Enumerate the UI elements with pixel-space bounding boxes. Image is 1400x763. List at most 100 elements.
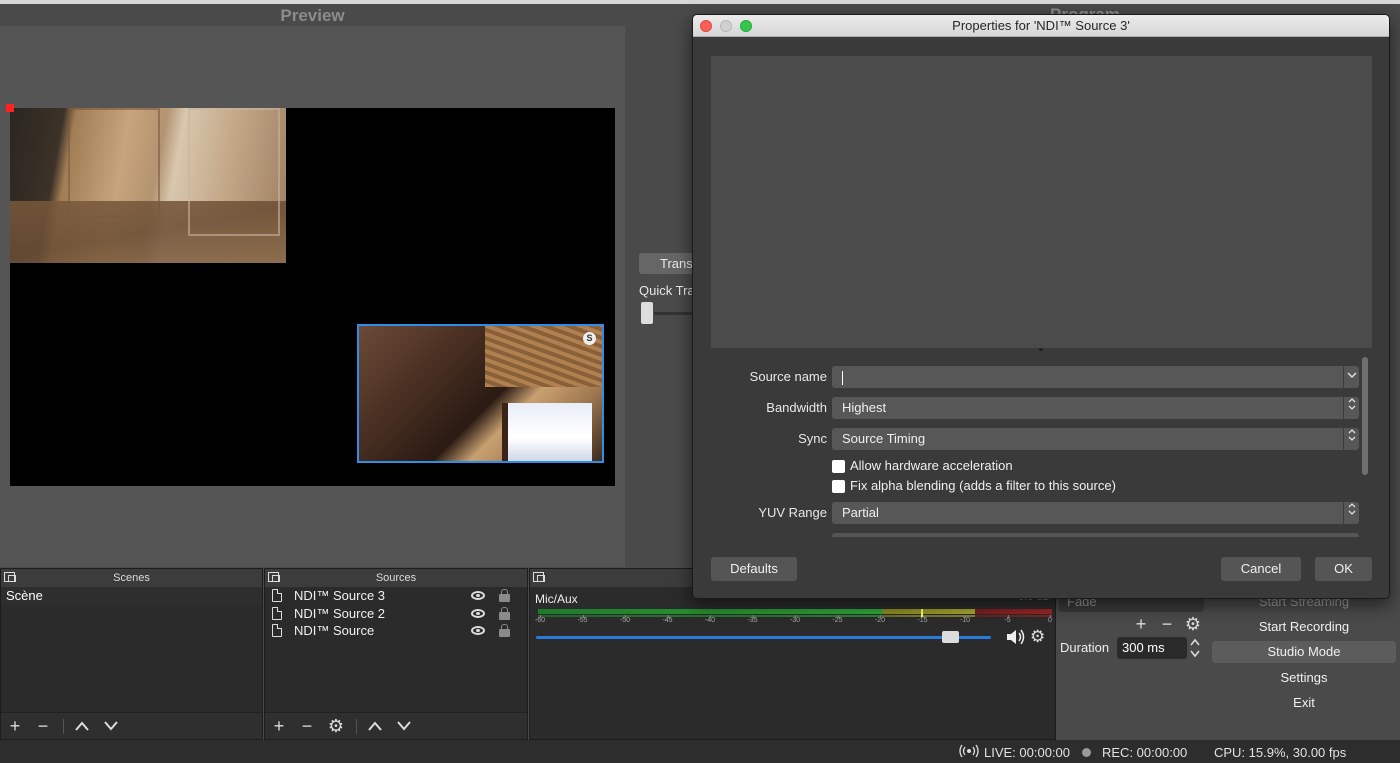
- meter-tick-label: 0: [1048, 615, 1052, 624]
- rec-status: REC: 00:00:00: [1102, 745, 1188, 760]
- scene-item[interactable]: Scène: [1, 587, 262, 605]
- visibility-eye-icon[interactable]: [471, 591, 485, 600]
- dialog-title: Properties for 'NDI™ Source 3': [952, 18, 1130, 33]
- source-file-icon: [272, 624, 282, 637]
- visibility-eye-icon[interactable]: [471, 626, 485, 635]
- meter-tick-label: -20: [874, 615, 886, 624]
- move-down-chevron-icon[interactable]: [100, 716, 122, 736]
- hw-accel-label: Allow hardware acceleration: [850, 458, 1013, 473]
- scenes-title: Scenes: [113, 572, 150, 584]
- properties-scrollbar[interactable]: [1362, 357, 1368, 475]
- start-recording-button[interactable]: Start Recording: [1212, 616, 1396, 638]
- preview-title: Preview: [280, 6, 345, 25]
- bandwidth-label: Bandwidth: [766, 400, 827, 415]
- exit-button[interactable]: Exit: [1212, 692, 1396, 714]
- move-down-chevron-icon[interactable]: [393, 716, 415, 736]
- toolbar-divider: [356, 719, 357, 734]
- menu-strip: [0, 0, 1400, 4]
- undock-icon[interactable]: [268, 572, 280, 582]
- maximize-window-icon[interactable]: [740, 20, 752, 32]
- sources-toolbar: + − ⚙: [265, 712, 527, 739]
- updown-chevron-icon[interactable]: [1343, 502, 1359, 524]
- add-scene-plus-icon[interactable]: +: [4, 716, 26, 736]
- duration-stepper[interactable]: [1188, 637, 1202, 659]
- studio-mode-button[interactable]: Studio Mode: [1212, 641, 1396, 663]
- yuv-range-row: YUV Range Partial: [711, 502, 1359, 524]
- source-name-row: Source name: [711, 366, 1359, 388]
- move-up-chevron-icon[interactable]: [364, 716, 386, 736]
- remove-scene-minus-icon[interactable]: −: [32, 716, 54, 736]
- visibility-eye-icon[interactable]: [471, 608, 485, 618]
- yuv-range-label: YUV Range: [758, 505, 827, 520]
- ok-button[interactable]: OK: [1315, 557, 1372, 581]
- clipped-field: [832, 533, 1359, 537]
- dialog-titlebar[interactable]: Properties for 'NDI™ Source 3': [693, 15, 1389, 37]
- cancel-button[interactable]: Cancel: [1221, 557, 1301, 581]
- transition-button[interactable]: Transition: [639, 253, 699, 274]
- video-door: [68, 108, 160, 218]
- add-source-plus-icon[interactable]: +: [268, 716, 290, 736]
- minimize-window-icon[interactable]: [720, 20, 732, 32]
- yuv-range-select[interactable]: Partial: [832, 502, 1359, 524]
- close-window-icon[interactable]: [700, 20, 712, 32]
- source-video-ndi-source-2[interactable]: [6, 104, 286, 263]
- lock-icon[interactable]: [499, 589, 510, 602]
- source-name-label: Source name: [749, 369, 827, 384]
- remove-source-minus-icon[interactable]: −: [296, 716, 318, 736]
- source-video-ndi-source-3-selected[interactable]: S: [357, 324, 604, 463]
- source-row[interactable]: NDI™ Source 2: [265, 605, 527, 623]
- broadcast-icon: [959, 744, 979, 761]
- settings-button[interactable]: Settings: [1212, 667, 1396, 689]
- remove-transition-minus-icon[interactable]: −: [1156, 614, 1178, 634]
- speaker-icon[interactable]: [1005, 628, 1027, 646]
- bandwidth-value: Highest: [842, 400, 887, 415]
- meter-tick-label: -30: [789, 615, 801, 624]
- undock-icon[interactable]: [533, 572, 545, 582]
- splitter-handle[interactable]: [1039, 348, 1043, 351]
- updown-chevron-icon[interactable]: [1343, 397, 1359, 419]
- bandwidth-select[interactable]: Highest: [832, 397, 1359, 419]
- source-name-select[interactable]: [832, 366, 1359, 388]
- add-transition-plus-icon[interactable]: +: [1130, 614, 1152, 634]
- meter-tick-label: -55: [577, 615, 588, 624]
- sync-row: Sync Source Timing: [711, 428, 1359, 450]
- meter-tick-label: -5: [1004, 615, 1011, 624]
- source-row[interactable]: NDI™ Source: [265, 622, 527, 640]
- mixer-settings-gear-icon[interactable]: ⚙: [1030, 627, 1048, 646]
- volume-slider-handle[interactable]: [942, 631, 960, 643]
- status-bar: LIVE: 00:00:00 REC: 00:00:00 CPU: 15.9%,…: [0, 740, 1400, 763]
- volume-slider-track[interactable]: [536, 636, 991, 639]
- defaults-button[interactable]: Defaults: [711, 557, 797, 581]
- sync-select[interactable]: Source Timing: [832, 428, 1359, 450]
- toolbar-divider: [63, 719, 64, 734]
- transition-settings-gear-icon[interactable]: ⚙: [1182, 614, 1204, 634]
- lock-icon[interactable]: [499, 606, 510, 620]
- transform-handle[interactable]: [6, 104, 14, 112]
- scenes-toolbar: + −: [1, 712, 262, 739]
- transition-slider-handle[interactable]: [641, 302, 653, 324]
- updown-chevron-icon[interactable]: [1343, 428, 1359, 450]
- undock-icon[interactable]: [4, 572, 16, 582]
- preview-area[interactable]: S: [0, 26, 625, 567]
- source-file-icon: [272, 589, 282, 602]
- source-row[interactable]: NDI™ Source 3: [265, 587, 527, 605]
- yuv-range-value: Partial: [842, 505, 879, 520]
- chevron-down-icon[interactable]: [1343, 366, 1359, 388]
- source-preview-pane: [711, 56, 1372, 348]
- fix-alpha-checkbox[interactable]: [832, 480, 845, 493]
- preview-canvas[interactable]: S: [6, 104, 615, 486]
- meter-tick-label: -25: [832, 615, 843, 624]
- source-properties-gear-icon[interactable]: ⚙: [325, 716, 347, 736]
- scenes-header: Scenes: [1, 569, 262, 587]
- duration-input[interactable]: 300 ms: [1117, 637, 1187, 659]
- video-window: [502, 403, 592, 461]
- sources-header: Sources: [265, 569, 527, 587]
- transition-slider-track[interactable]: [654, 312, 694, 315]
- bandwidth-row: Bandwidth Highest: [711, 397, 1359, 419]
- hw-accel-checkbox[interactable]: [832, 460, 845, 473]
- source-file-icon: [272, 606, 282, 620]
- move-up-chevron-icon[interactable]: [71, 716, 93, 736]
- volume-meter: [538, 609, 1052, 614]
- lock-icon[interactable]: [499, 624, 510, 637]
- cpu-status: CPU: 15.9%, 30.00 fps: [1214, 745, 1347, 760]
